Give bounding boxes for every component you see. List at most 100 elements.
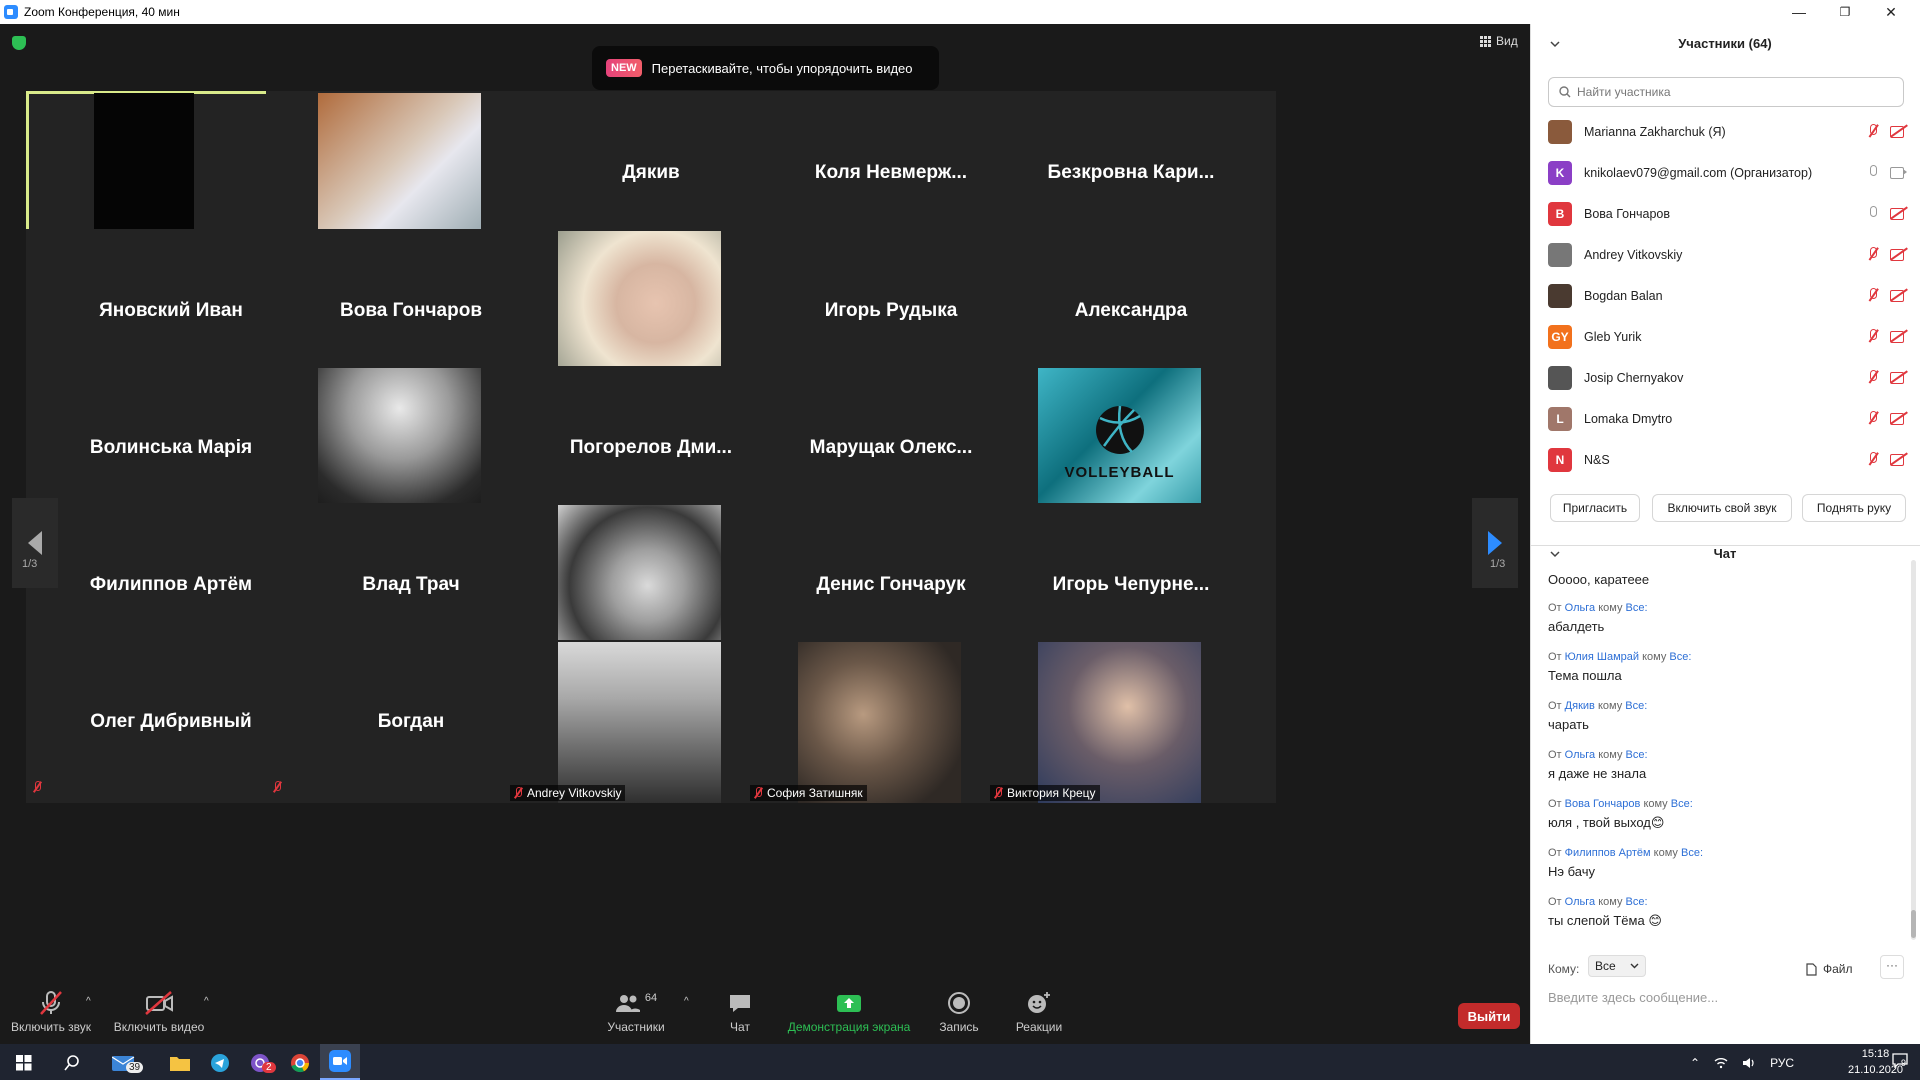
speaker-icon[interactable] <box>1742 1057 1756 1069</box>
viber-button[interactable]: 2 <box>240 1048 280 1078</box>
participant-status-icons <box>1866 369 1908 385</box>
arrow-right-icon <box>1488 531 1502 555</box>
participant-row[interactable]: Marianna Zakharchuk (Я) <box>1548 111 1908 152</box>
participants-options-caret[interactable]: ^ <box>684 996 689 1007</box>
chrome-button[interactable] <box>280 1048 320 1078</box>
video-tile[interactable]: Виктория Крецу <box>986 640 1276 803</box>
camera-off-icon <box>1890 288 1908 302</box>
chat-message-text: юля , твой выход😊 <box>1548 815 1665 830</box>
encryption-shield-icon[interactable] <box>12 36 26 50</box>
file-button[interactable]: Файл <box>1806 962 1853 976</box>
mail-app-button[interactable]: 39 <box>104 1048 144 1078</box>
chat-message-text: чарать <box>1548 717 1589 732</box>
chat-bubble-icon <box>730 995 750 1012</box>
participant-row[interactable]: Andrey Vitkovskiy <box>1548 234 1908 275</box>
participant-row[interactable]: Kknikolaev079@gmail.com (Организатор) <box>1548 152 1908 193</box>
camera-icon <box>1890 165 1908 179</box>
sender-name[interactable]: Филиппов Артём <box>1565 847 1651 859</box>
start-video-button[interactable]: Включить видео <box>112 990 206 1034</box>
participant-search-input[interactable]: Найти участника <box>1548 77 1904 107</box>
chat-recipient-select[interactable]: Все <box>1588 955 1646 977</box>
prev-page-button[interactable] <box>12 498 58 588</box>
search-placeholder: Найти участника <box>1577 85 1671 99</box>
participant-row[interactable]: В Вова Гончаров <box>1548 193 1908 234</box>
zoom-logo-icon <box>4 5 18 19</box>
sender-name[interactable]: Вова Гончаров <box>1565 798 1641 810</box>
chat-button[interactable]: Чат <box>718 990 762 1034</box>
raise-hand-button[interactable]: Поднять руку <box>1802 494 1906 522</box>
camera-off-icon <box>1890 206 1908 220</box>
participant-row[interactable]: L Lomaka Dmytro <box>1548 398 1908 439</box>
chat-message-meta: От Ольга кому Все: <box>1548 749 1648 761</box>
banner-text: Перетаскивайте, чтобы упорядочить видео <box>651 60 913 76</box>
start-button[interactable] <box>4 1048 44 1078</box>
telegram-button[interactable] <box>200 1048 240 1078</box>
unmute-me-button[interactable]: Включить свой звук <box>1652 494 1792 522</box>
camera-off-icon <box>1890 329 1908 343</box>
file-explorer-button[interactable] <box>160 1048 200 1078</box>
invite-button[interactable]: Пригласить <box>1550 494 1640 522</box>
from-prefix: От <box>1548 896 1562 908</box>
video-options-caret[interactable]: ^ <box>204 996 209 1007</box>
share-screen-button[interactable]: Демонстрация экрана <box>786 990 912 1034</box>
page-indicator-left: 1/3 <box>22 558 38 570</box>
participant-row[interactable]: Josip Chernyakov <box>1548 357 1908 398</box>
participant-name: Andrey Vitkovskiy <box>1584 247 1683 262</box>
record-label: Запись <box>939 1020 979 1034</box>
close-button[interactable]: ✕ <box>1868 0 1914 24</box>
participant-row[interactable]: N N&S <box>1548 439 1908 480</box>
wifi-icon[interactable] <box>1714 1057 1728 1069</box>
title-bar: Zoom Конференция, 40 мин — ❐ ✕ <box>0 0 1920 24</box>
participant-row[interactable]: Bogdan Balan <box>1548 275 1908 316</box>
participant-name: Виктория Крецу <box>1007 786 1096 800</box>
next-page-button[interactable] <box>1472 498 1518 588</box>
maximize-button[interactable]: ❐ <box>1822 0 1868 24</box>
chat-message-text: ты слепой Тёма 😊 <box>1548 913 1662 928</box>
leave-meeting-button[interactable]: Выйти <box>1458 1003 1520 1029</box>
zoom-taskbar-button[interactable] <box>320 1044 360 1080</box>
audio-options-caret[interactable]: ^ <box>86 996 91 1007</box>
avatar <box>1548 365 1572 390</box>
recipient-name: Все: <box>1625 602 1648 614</box>
sender-name[interactable]: Ольга <box>1565 749 1595 761</box>
sender-name[interactable]: Юлия Шамрай <box>1565 651 1639 663</box>
mic-muted-icon <box>1866 287 1880 303</box>
sender-name[interactable]: Дякив <box>1565 700 1595 712</box>
system-tray: ⌃ РУС <box>1690 1048 1794 1078</box>
chat-message-meta: От Ольга кому Все: <box>1548 602 1648 614</box>
recipient-name: Все: <box>1625 700 1648 712</box>
participant-name: Безкровна Кари... <box>1047 161 1215 183</box>
record-button[interactable]: Запись <box>936 990 982 1034</box>
participants-button[interactable]: 64 Участники <box>604 990 668 1034</box>
record-icon <box>948 992 970 1014</box>
file-label: Файл <box>1823 962 1853 976</box>
unmute-button[interactable]: Включить звук <box>10 990 92 1034</box>
chevron-up-icon[interactable]: ⌃ <box>1690 1056 1700 1070</box>
notification-button[interactable]: 9 <box>1892 1052 1908 1071</box>
participant-status-icons <box>1866 164 1908 180</box>
chat-scrollbar[interactable] <box>1911 560 1916 940</box>
chat-more-button[interactable]: ··· <box>1880 955 1904 979</box>
mic-icon <box>1866 164 1880 180</box>
file-icon <box>1806 962 1817 976</box>
participant-row[interactable]: GY Gleb Yurik <box>1548 316 1908 357</box>
from-prefix: От <box>1548 602 1562 614</box>
participant-name: Josip Chernyakov <box>1584 370 1684 385</box>
sender-name[interactable]: Ольга <box>1565 602 1595 614</box>
sender-name[interactable]: Ольга <box>1565 896 1595 908</box>
reactions-button[interactable]: Реакции <box>1010 990 1068 1034</box>
chat-message-meta: От Филиппов Артём кому Все: <box>1548 847 1703 859</box>
participants-title: Участники (64) <box>1678 36 1772 51</box>
muted-indicator <box>272 780 282 798</box>
language-indicator[interactable]: РУС <box>1770 1056 1794 1070</box>
chat-message-input[interactable]: Введите здесь сообщение... <box>1548 990 1908 1005</box>
view-button[interactable]: Вид <box>1480 34 1518 48</box>
recipient-name: Все: <box>1625 749 1648 761</box>
from-prefix: От <box>1548 700 1562 712</box>
search-taskbar-button[interactable] <box>52 1048 92 1078</box>
participants-count: 64 <box>644 992 658 1004</box>
grid-icon <box>1480 35 1491 47</box>
to-word: кому <box>1598 749 1623 761</box>
minimize-button[interactable]: — <box>1776 0 1822 24</box>
arrow-left-icon <box>28 531 42 555</box>
